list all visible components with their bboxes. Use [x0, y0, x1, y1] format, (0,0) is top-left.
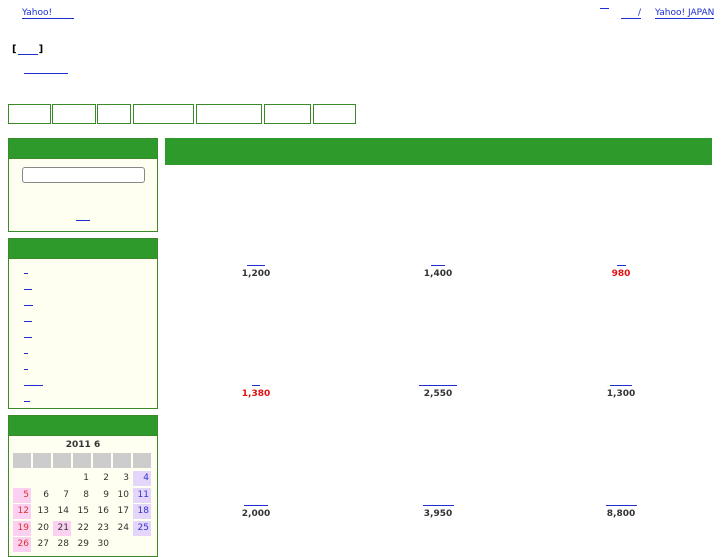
product-price: 1,200	[241, 269, 271, 279]
product-price: 2,000	[241, 509, 271, 519]
bracket-open: [	[12, 44, 17, 55]
product-name-link[interactable]	[610, 384, 632, 386]
category-box	[8, 238, 158, 409]
product-name-link[interactable]	[244, 504, 268, 506]
calendar-day[interactable]: 13	[33, 504, 51, 519]
category-link-3[interactable]	[24, 304, 33, 306]
title-link[interactable]	[17, 54, 38, 55]
product-name-link[interactable]	[431, 264, 445, 266]
calendar-day[interactable]: 8	[73, 488, 91, 503]
calendar-day[interactable]: 10	[113, 488, 131, 503]
product-item[interactable]: 1,400	[378, 264, 498, 279]
calendar-day[interactable]: 5	[13, 487, 31, 503]
product-name-link[interactable]	[252, 384, 260, 386]
calendar-day[interactable]: 25	[133, 520, 151, 536]
nav-tab-4[interactable]	[133, 104, 194, 124]
calendar-day[interactable]: 2	[93, 471, 111, 486]
calendar-day[interactable]: 3	[113, 471, 131, 486]
calendar-weekday-header	[73, 453, 91, 468]
top-link-2[interactable]: /	[621, 8, 641, 19]
category-link-2[interactable]	[24, 288, 32, 290]
calendar-day[interactable]: 16	[93, 504, 111, 519]
product-name-link[interactable]	[422, 504, 454, 506]
calendar-day[interactable]: 1	[73, 471, 91, 486]
calendar-day[interactable]: 20	[33, 521, 51, 536]
calendar-day[interactable]: 19	[13, 520, 31, 536]
category-link-9[interactable]	[24, 400, 30, 402]
nav-tab-5[interactable]	[196, 104, 262, 124]
calendar-day[interactable]: 12	[13, 504, 31, 519]
calendar-weekday-header	[33, 453, 51, 468]
calendar-day[interactable]: 11	[133, 487, 151, 503]
product-name-link[interactable]	[247, 264, 265, 266]
bracket-close: ]	[38, 44, 44, 55]
category-link-5[interactable]	[24, 336, 32, 338]
product-name-link[interactable]	[605, 504, 637, 506]
main-header	[165, 138, 712, 165]
product-price: 1,400	[423, 269, 453, 279]
search-box-header	[9, 139, 157, 159]
top-link-1[interactable]	[600, 8, 609, 9]
calendar-box: 2011 6 1 2 3 4 5 6 7 8 9 10 11 12 13 14 15 16 17 18 19 20 21…	[8, 415, 158, 557]
product-name-link[interactable]	[419, 384, 457, 386]
calendar-day[interactable]: 21	[53, 520, 71, 536]
search-input[interactable]	[22, 167, 145, 183]
category-link-1[interactable]	[24, 272, 28, 274]
sub-link[interactable]	[24, 72, 68, 74]
category-link-7[interactable]	[24, 368, 28, 370]
page-title: []	[12, 44, 43, 55]
product-item[interactable]: 8,800	[561, 504, 681, 519]
top-bar: Yahoo! / Yahoo! JAPAN	[0, 0, 727, 20]
calendar-day[interactable]: 18	[133, 504, 151, 519]
calendar-day	[13, 471, 31, 486]
calendar-day[interactable]: 23	[93, 521, 111, 536]
nav-tab-7[interactable]	[313, 104, 356, 124]
calendar-day	[33, 471, 51, 486]
nav-tab-3[interactable]	[97, 104, 131, 124]
product-price: 980	[611, 269, 631, 279]
product-item[interactable]: 980	[561, 264, 681, 279]
calendar-weekday-header	[13, 453, 31, 468]
nav-tab-2[interactable]	[52, 104, 96, 124]
calendar-weekday-header	[133, 453, 151, 468]
calendar-weekday-header	[53, 453, 71, 468]
product-name-link[interactable]	[616, 264, 626, 266]
yahoo-link[interactable]: Yahoo!	[22, 8, 75, 19]
product-price: 8,800	[606, 509, 636, 519]
nav-tab-1[interactable]	[8, 104, 51, 124]
calendar-day	[53, 471, 71, 486]
calendar-day[interactable]: 24	[113, 521, 131, 536]
calendar-day[interactable]: 9	[93, 488, 111, 503]
product-item[interactable]: 1,200	[196, 264, 316, 279]
product-price: 1,380	[241, 389, 271, 399]
calendar-day[interactable]: 6	[33, 488, 51, 503]
product-item[interactable]: 3,950	[378, 504, 498, 519]
calendar-box-header	[9, 416, 157, 436]
search-link[interactable]	[76, 219, 90, 221]
calendar-day[interactable]: 17	[113, 504, 131, 519]
calendar-day[interactable]: 22	[73, 521, 91, 536]
category-link-8[interactable]	[24, 384, 43, 386]
product-item[interactable]: 2,550	[378, 384, 498, 399]
product-price: 2,550	[423, 389, 453, 399]
calendar-weekday-header	[113, 453, 131, 468]
product-price: 1,300	[606, 389, 636, 399]
nav-tab-6[interactable]	[264, 104, 311, 124]
calendar-day[interactable]: 7	[53, 488, 71, 503]
yahoo-japan-link[interactable]: Yahoo! JAPAN	[655, 8, 715, 19]
calendar-weekday-header	[93, 453, 111, 468]
calendar-day[interactable]: 4	[133, 471, 151, 486]
product-item[interactable]: 1,300	[561, 384, 681, 399]
calendar-title: 2011 6	[65, 440, 101, 450]
category-box-header	[9, 239, 157, 259]
search-box	[8, 138, 158, 232]
product-item[interactable]: 1,380	[196, 384, 316, 399]
calendar-day[interactable]: 14	[53, 504, 71, 519]
category-link-6[interactable]	[24, 352, 28, 354]
category-link-4[interactable]	[24, 320, 32, 322]
product-price: 3,950	[423, 509, 453, 519]
calendar-day[interactable]: 15	[73, 504, 91, 519]
product-item[interactable]: 2,000	[196, 504, 316, 519]
